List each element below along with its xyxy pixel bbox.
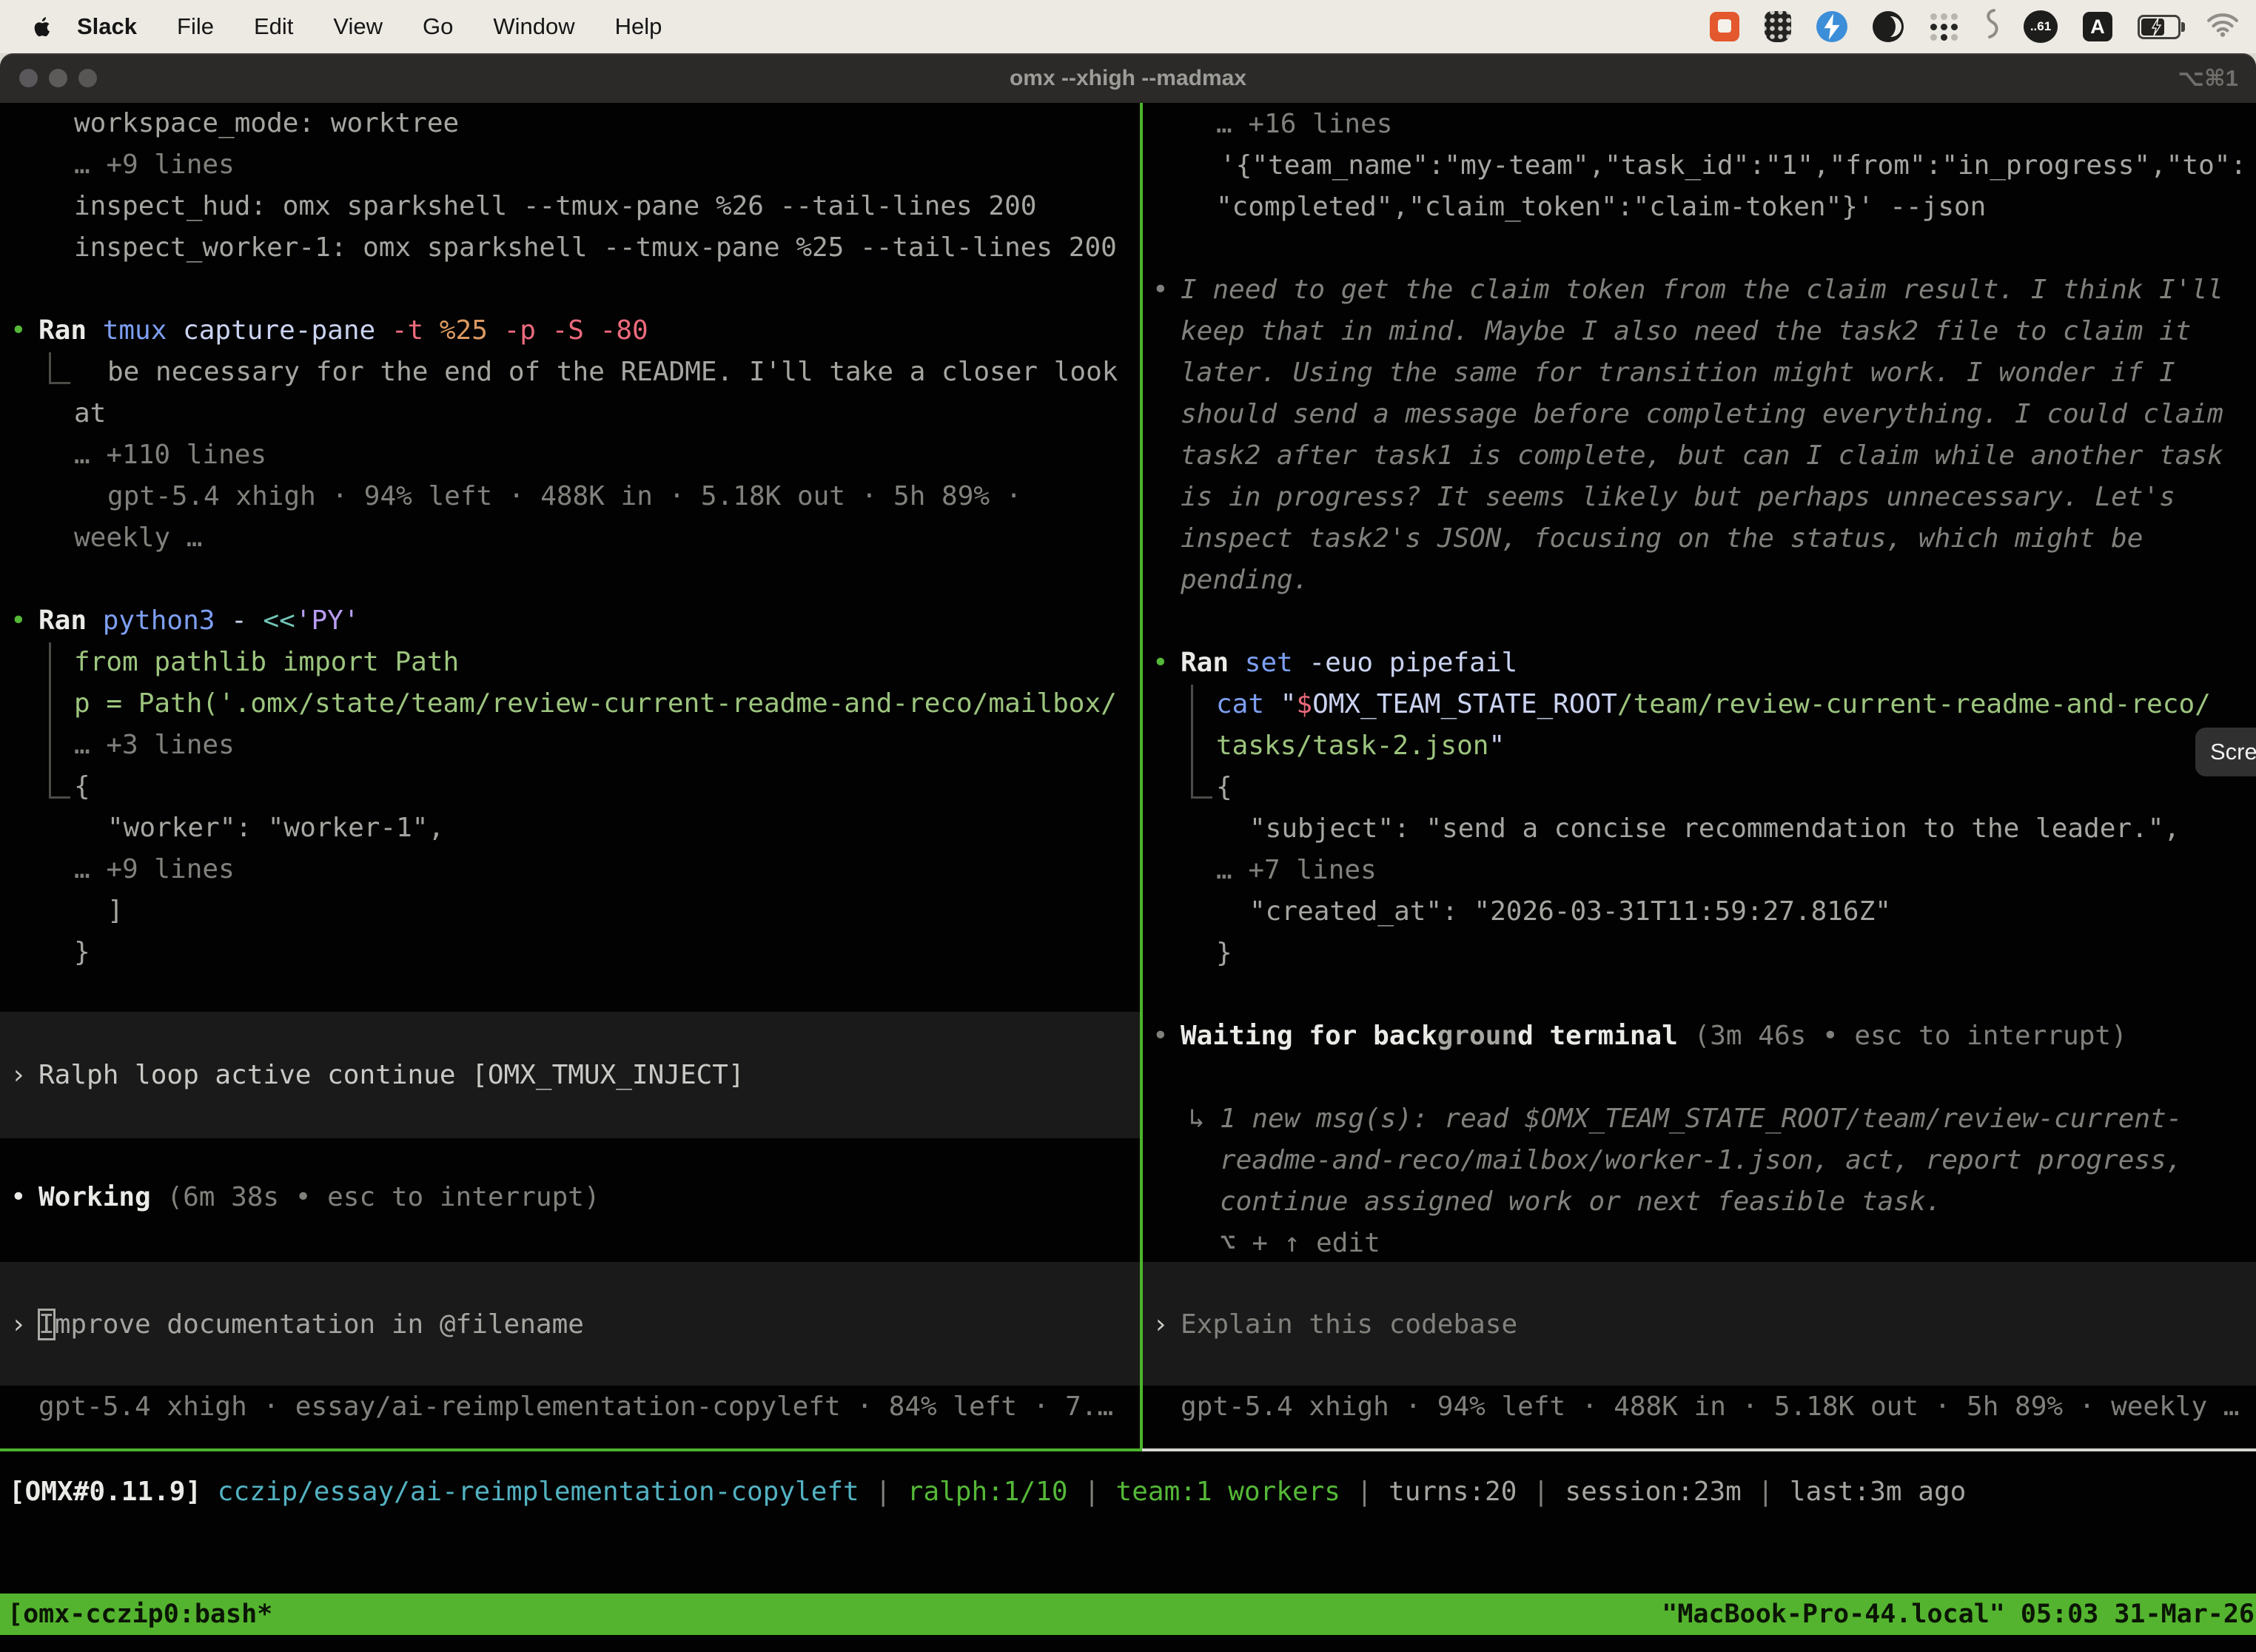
menu-status-icons: ..61 A: [1710, 7, 2240, 46]
tmux-host-clock: "MacBook-Pro-44.local" 05:03 31-Mar-26: [1662, 1594, 2255, 1635]
menu-bar: Slack File Edit View Go Window Help ..61…: [0, 0, 2256, 53]
menu-edit[interactable]: Edit: [234, 13, 313, 40]
pane-divider-vertical[interactable]: [1140, 103, 1143, 1448]
battery-bolt-icon: [2150, 18, 2163, 36]
text-segment: |: [859, 1477, 907, 1507]
text-segment: ralph:1/10: [907, 1477, 1068, 1507]
tmux-status-bar: [omx-cczip0:bash* "MacBook-Pro-44.local"…: [0, 1594, 2256, 1635]
text-segment: |: [1340, 1477, 1389, 1507]
text-segment: session:23m: [1565, 1477, 1741, 1507]
badge-61-label: ..61: [2030, 19, 2051, 34]
text-segment: |: [1068, 1477, 1116, 1507]
badge-61-icon[interactable]: ..61: [2024, 10, 2058, 43]
input-source-icon[interactable]: A: [2083, 12, 2112, 41]
pane-border-bottom-left[interactable]: [0, 1448, 1142, 1451]
line-part: [OMX#0.11.9] cczip/essay/ai-reimplementa…: [9, 1471, 1966, 1514]
screen-share-pill[interactable]: Scre: [2195, 728, 2256, 776]
terminal-line: [OMX#0.11.9] cczip/essay/ai-reimplementa…: [0, 1471, 2256, 1514]
text-segment: |: [1742, 1477, 1790, 1507]
tmux-session-window[interactable]: [omx-cczip0:bash*: [7, 1594, 272, 1635]
text-segment: last:3m ago: [1790, 1477, 1966, 1507]
chat-app-icon[interactable]: [1710, 12, 1739, 41]
screen: { "colors":{"accent_green":"#55b838","st…: [0, 0, 2256, 1652]
menu-help[interactable]: Help: [595, 13, 682, 40]
blue-bolt-icon[interactable]: [1816, 11, 1847, 42]
dots-grid-icon[interactable]: [1929, 12, 1958, 41]
menu-go[interactable]: Go: [403, 13, 473, 40]
omx-status-pane: [OMX#0.11.9] cczip/essay/ai-reimplementa…: [0, 0, 2256, 1652]
menu-app-name[interactable]: Slack: [50, 13, 157, 40]
grid-shield-icon[interactable]: [1765, 11, 1791, 42]
text-segment: turns:20: [1389, 1477, 1517, 1507]
wifi-icon[interactable]: [2206, 10, 2240, 43]
crescent-icon[interactable]: [1873, 11, 1904, 42]
chat-bubble-icon: [1718, 19, 1731, 33]
s-curve-icon[interactable]: [1984, 7, 1998, 46]
input-source-label: A: [2090, 16, 2105, 38]
text-segment: cczip/essay/ai-reimplementation-copyleft: [201, 1477, 859, 1507]
apple-logo: [31, 15, 50, 38]
menu-file[interactable]: File: [157, 13, 234, 40]
apple-menu-icon[interactable]: [31, 15, 50, 38]
menu-window[interactable]: Window: [473, 13, 594, 40]
menu-view[interactable]: View: [313, 13, 403, 40]
battery-icon[interactable]: [2138, 15, 2181, 39]
screen-share-pill-label: Scre: [2210, 739, 2256, 765]
text-segment: team:1 workers: [1116, 1477, 1340, 1507]
text-segment: |: [1517, 1477, 1565, 1507]
pane-border-bottom-right[interactable]: [1142, 1448, 2256, 1451]
text-segment: [OMX#0.11.9]: [9, 1477, 201, 1507]
